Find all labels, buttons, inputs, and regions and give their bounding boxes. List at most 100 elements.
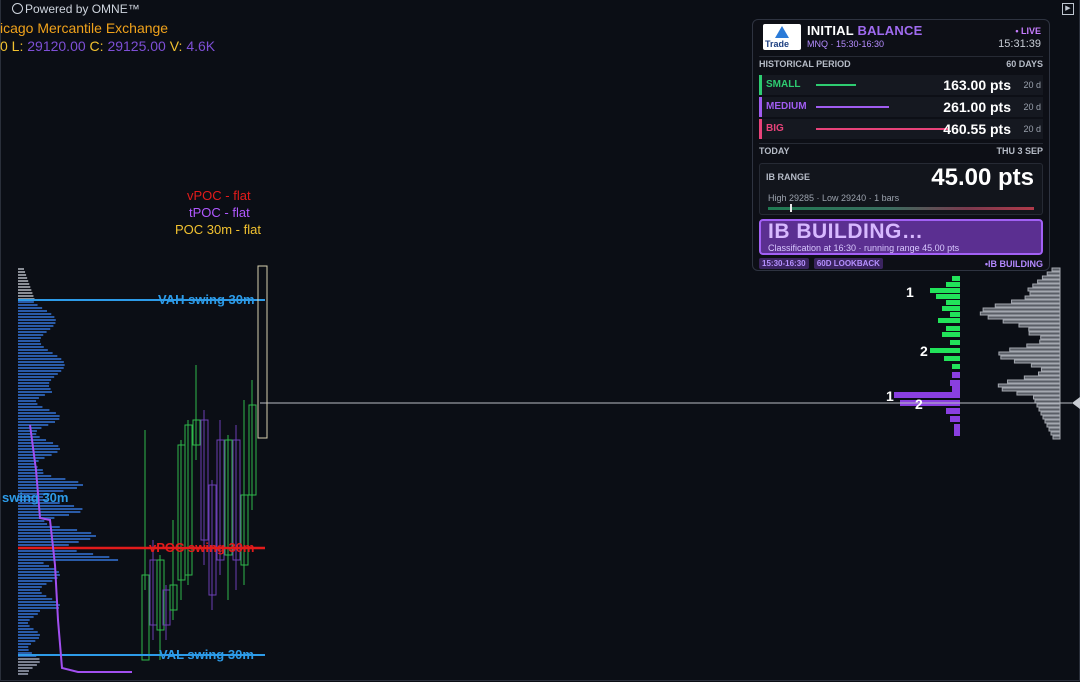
profile-bar: [18, 385, 50, 387]
profile-bar: [1028, 331, 1061, 336]
profile-bar: [18, 340, 41, 342]
profile-bar: [18, 607, 60, 609]
profile-bar: [18, 625, 30, 627]
expand-button[interactable]: ▶: [1062, 3, 1074, 15]
profile-bar: [18, 397, 39, 399]
profile-bar: [1041, 275, 1061, 280]
profile-bar: [18, 331, 47, 333]
ohlc-close-value: 29125.00: [107, 38, 166, 54]
profile-bar: [18, 403, 38, 405]
profile-bar: [18, 523, 48, 525]
profile-bar: [18, 649, 29, 651]
trade-logo-icon: Trade: [763, 24, 801, 50]
ib-row-bar: [816, 128, 948, 130]
profile-bar: [18, 646, 29, 648]
profile-bar: [18, 484, 83, 486]
profile-bar: [1032, 283, 1061, 288]
profile-bar: [18, 634, 40, 636]
profile-bar: [18, 280, 29, 282]
ib-profile-bar: [952, 386, 960, 392]
profile-bar: [18, 274, 27, 276]
profile-bar: [18, 286, 31, 288]
profile-bar: [1050, 431, 1061, 436]
profile-bar: [1046, 271, 1061, 276]
profile-bar: [18, 619, 30, 621]
profile-bar: [18, 544, 69, 546]
live-badge: • LIVE: [1015, 26, 1041, 36]
profile-bar: [1040, 367, 1061, 372]
profile-bar: [1018, 323, 1061, 328]
ib-range-marker: [790, 204, 792, 212]
profile-bar: [1048, 427, 1061, 432]
profile-bar: [1013, 359, 1061, 364]
ohlc-readout: 0 L: 29120.00 C: 29125.00 V: 4.6K: [0, 38, 215, 54]
profile-bar: [1042, 415, 1061, 420]
ohlc-volume-value: 4.6K: [186, 38, 216, 54]
profile-bar: [18, 433, 37, 435]
profile-bar: [1038, 407, 1061, 412]
profile-bar: [1029, 291, 1061, 296]
lookback-chip: 60D LOOKBACK: [813, 258, 883, 269]
profile-bar: [18, 520, 45, 522]
profile-bar: [1024, 295, 1061, 300]
profile-bar: [18, 574, 60, 576]
omne-logo-icon: [12, 3, 23, 14]
val-label: VAL swing 30m: [159, 647, 254, 662]
ib-row-big: BIG 460.55 pts 20 d: [759, 119, 1043, 139]
profile-bar: [18, 559, 119, 561]
profile-bar: [18, 604, 60, 606]
profile-bar: [1040, 411, 1061, 416]
profile-bar: [18, 664, 37, 666]
profile-bar: [18, 400, 37, 402]
ib-range-value: 45.00 pts: [931, 164, 1034, 191]
profile-bar: [18, 349, 48, 351]
initial-balance-panel[interactable]: Trade INITIAL BALANCE MNQ · 15:30-16:30 …: [752, 19, 1050, 271]
profile-bar: [18, 313, 52, 315]
profile-bar: [18, 565, 50, 567]
profile-bar: [18, 457, 45, 459]
ib-profile-bar: [954, 430, 960, 436]
profile-bar: [18, 325, 54, 327]
vah-label: VAH swing 30m: [158, 292, 255, 307]
profile-bar: [1007, 379, 1061, 384]
historical-period-header: HISTORICAL PERIOD 60 DAYS: [759, 56, 1043, 73]
profile-bar: [18, 535, 96, 537]
profile-bar: [18, 301, 34, 303]
profile-bar: [18, 475, 52, 477]
profile-bar: [1039, 339, 1061, 344]
profile-bar: [18, 616, 34, 618]
profile-bar: [18, 307, 43, 309]
profile-bar: [18, 487, 77, 489]
profile-bar: [1052, 435, 1061, 440]
profile-bar: [18, 652, 32, 654]
powered-by-label: Powered by OMNE™: [12, 2, 140, 16]
profile-bar: [18, 451, 58, 453]
left-volume-profile: [18, 268, 119, 675]
profile-bar: [18, 463, 37, 465]
profile-bar: [1040, 335, 1061, 340]
profile-bar: [18, 283, 30, 285]
profile-bar: [18, 553, 94, 555]
profile-bar: [18, 424, 49, 426]
profile-bar: [18, 412, 56, 414]
tpoc-legend: tPOC - flat: [189, 205, 250, 220]
ib-profile-bar: [930, 288, 960, 293]
profile-bar: [18, 661, 40, 663]
ib-profile-bar: [942, 306, 960, 311]
ib-profile-bar: [946, 300, 960, 305]
profile-bar: [1027, 287, 1061, 292]
ib-profile-bar: [952, 276, 960, 281]
profile-bar: [18, 358, 62, 360]
profile-bar: [18, 622, 29, 624]
profile-bar: [18, 421, 56, 423]
ohlc-close-key: C:: [89, 38, 104, 54]
profile-bar: [18, 670, 29, 672]
ib-row-medium: MEDIUM 261.00 pts 20 d: [759, 97, 1043, 117]
ib-profile-bar: [946, 326, 960, 331]
ib-row-bar: [816, 84, 856, 86]
profile-bar: [18, 352, 53, 354]
profile-bar: [18, 637, 39, 639]
profile-bar: [18, 577, 58, 579]
ohlc-low-value: 29120.00: [27, 38, 86, 54]
profile-bar: [1023, 375, 1061, 380]
